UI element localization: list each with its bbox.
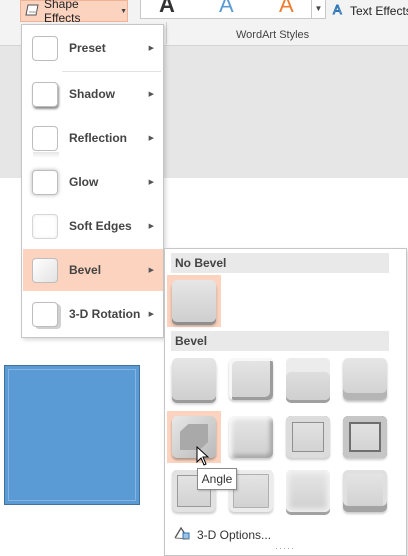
bevel-option-slope[interactable]: [338, 411, 392, 463]
menu-item-reflection[interactable]: Reflection ▶: [23, 117, 163, 159]
menu-item-label: Bevel: [69, 263, 102, 277]
bevel-option-relaxed-inset[interactable]: [224, 353, 278, 405]
menu-separator: [62, 71, 161, 72]
wordart-more-button[interactable]: ▼: [311, 0, 326, 19]
chevron-right-icon: ▶: [148, 91, 154, 98]
shape-effects-menu: Preset ▶ Shadow ▶ Reflection ▶ Glow ▶ So…: [21, 24, 164, 338]
chevron-right-icon: ▶: [148, 267, 154, 274]
menu-item-soft-edges[interactable]: Soft Edges ▶: [23, 205, 163, 247]
bevel-option-none[interactable]: [167, 275, 221, 327]
menu-item-bevel[interactable]: Bevel ▶: [23, 249, 163, 291]
wordart-sample[interactable]: A: [279, 0, 294, 18]
bevel-option-soft-round[interactable]: [224, 411, 278, 463]
bevel-icon: [32, 258, 58, 283]
bevel-option-cross[interactable]: [281, 353, 335, 405]
tooltip: Angle: [197, 468, 237, 490]
no-bevel-header: No Bevel: [171, 253, 389, 273]
chevron-right-icon: ▶: [148, 45, 154, 52]
3d-rotation-icon: [32, 302, 58, 327]
bevel-submenu: No Bevel Bevel 3-D Options... ·····: [164, 248, 407, 556]
3d-options-icon: [173, 525, 191, 544]
bevel-option-hard-edge[interactable]: [281, 465, 335, 517]
shape-effects-label: Shape Effects: [44, 0, 81, 25]
glow-icon: [32, 170, 58, 195]
menu-item-label: Glow: [69, 175, 99, 189]
chevron-right-icon: ▶: [148, 311, 154, 318]
bevel-header: Bevel: [171, 331, 389, 351]
menu-item-shadow[interactable]: Shadow ▶: [23, 73, 163, 115]
menu-item-label: Shadow: [69, 87, 116, 101]
chevron-down-icon: ▼: [120, 7, 127, 15]
bevel-option-convex[interactable]: [281, 411, 335, 463]
bevel-option-circle[interactable]: [167, 353, 221, 405]
shadow-icon: [32, 82, 58, 107]
bevel-option-art-deco[interactable]: [338, 465, 392, 517]
menu-item-glow[interactable]: Glow ▶: [23, 161, 163, 203]
menu-item-preset[interactable]: Preset ▶: [23, 27, 163, 69]
menu-item-label: 3-D Rotation: [69, 307, 141, 321]
shape-effects-button[interactable]: Shape Effects ▼: [20, 0, 128, 25]
text-effects-icon: A: [332, 2, 346, 19]
group-divider: [166, 22, 167, 44]
shape-effects-icon: [25, 3, 41, 20]
menu-item-label: Preset: [69, 41, 106, 55]
mouse-pointer-icon: [196, 445, 210, 469]
wordart-gallery[interactable]: A A A: [140, 0, 312, 19]
menu-item-3d-rotation[interactable]: 3-D Rotation ▶: [23, 293, 163, 335]
text-effects-button[interactable]: A Text Effects: [332, 2, 408, 19]
selected-shape[interactable]: [4, 365, 140, 505]
menu-item-label: Soft Edges: [69, 219, 132, 233]
text-effects-label: Text Effects: [350, 3, 408, 18]
resize-grip[interactable]: ·····: [275, 543, 295, 553]
wordart-sample[interactable]: A: [219, 0, 234, 18]
bevel-option-angle[interactable]: [167, 411, 221, 463]
soft-edges-icon: [32, 214, 58, 239]
3d-options-link[interactable]: 3-D Options...: [173, 525, 271, 544]
chevron-right-icon: ▶: [148, 135, 154, 142]
preset-icon: [32, 36, 58, 61]
chevron-right-icon: ▶: [148, 179, 154, 186]
reflection-icon: [32, 126, 59, 158]
wordart-styles-group-label: WordArt Styles: [236, 29, 310, 41]
chevron-right-icon: ▶: [148, 223, 154, 230]
bevel-option-cool-slant[interactable]: [338, 353, 392, 405]
3d-options-label: 3-D Options...: [197, 527, 272, 542]
svg-text:A: A: [333, 2, 342, 16]
menu-item-label: Reflection: [69, 131, 128, 145]
wordart-sample[interactable]: A: [159, 0, 175, 18]
